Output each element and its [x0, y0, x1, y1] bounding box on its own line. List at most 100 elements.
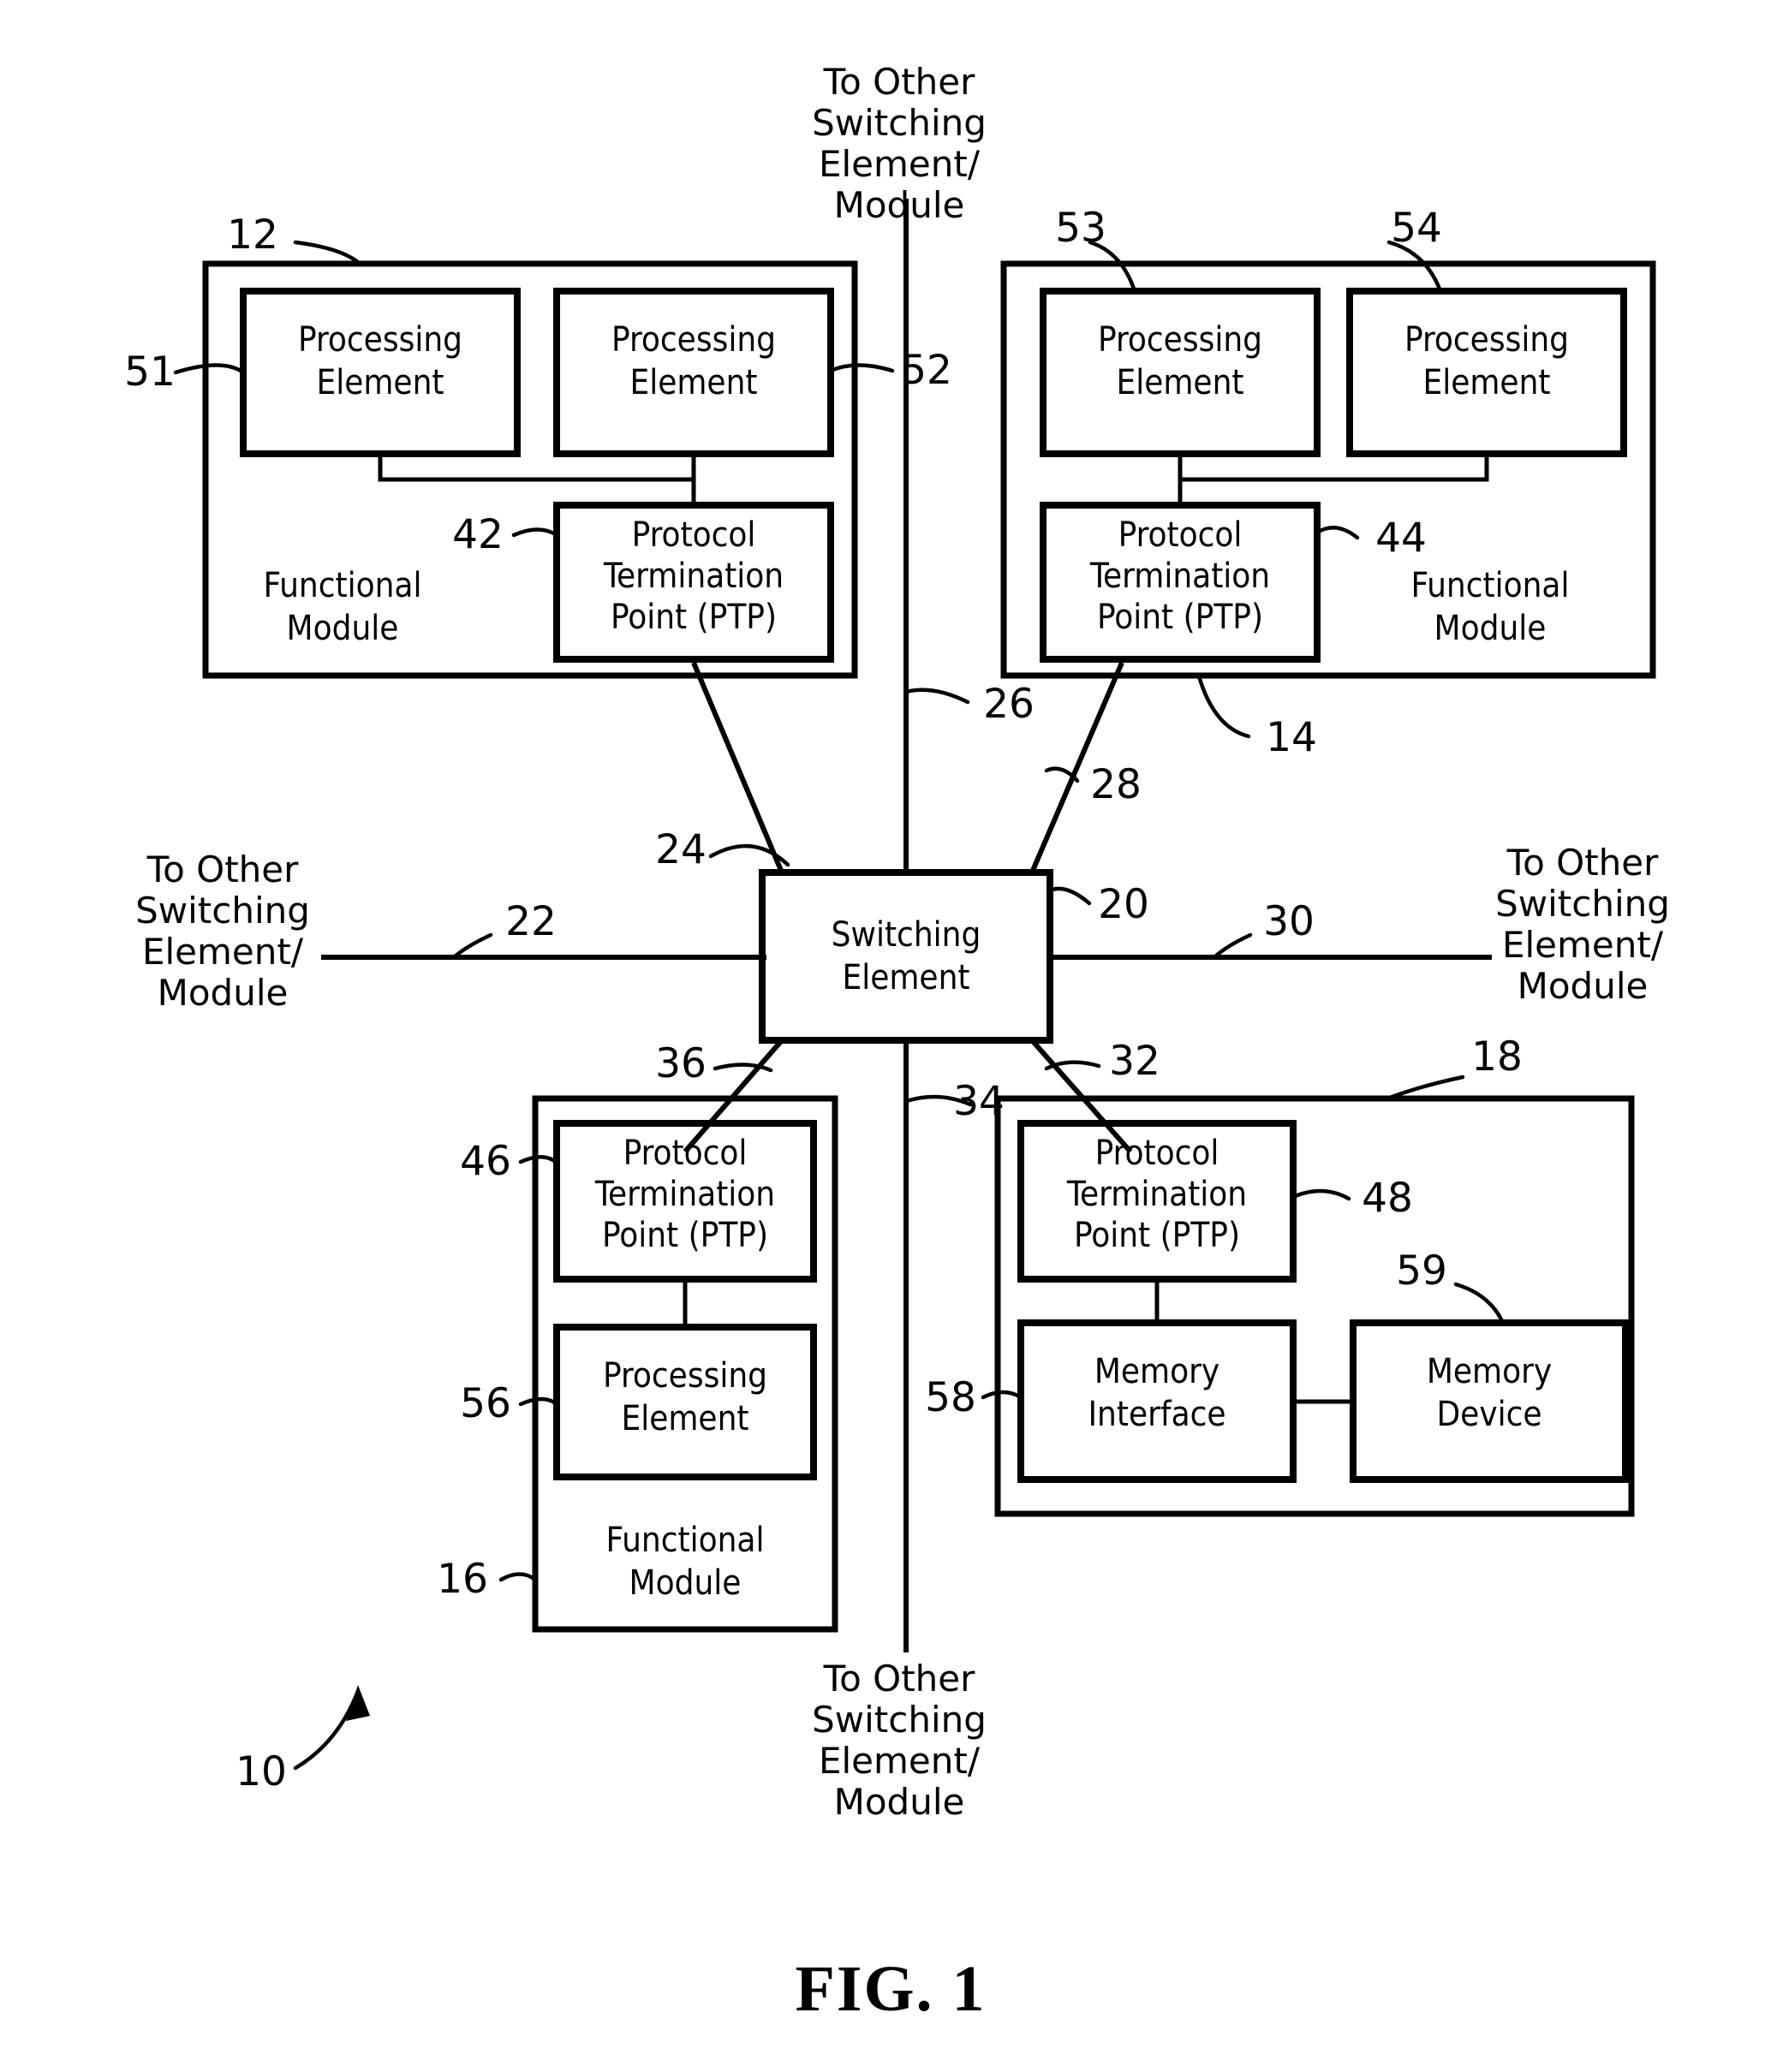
memory-device-label-line1: Memory: [1427, 1352, 1552, 1391]
switching-element-label-line1: Switching: [832, 915, 981, 955]
switching-element[interactable]: Switching Element: [759, 869, 1053, 1044]
ref-56: 56: [460, 1380, 511, 1427]
module-14-label-line1: Functional: [1411, 566, 1570, 605]
ptp-48-label-line1: Protocol: [1095, 1134, 1219, 1173]
memory-device-label-line2: Device: [1436, 1395, 1541, 1434]
ref-16: 16: [437, 1556, 488, 1603]
note-west-line3: Element/: [142, 931, 304, 973]
module-12-internal-bus: [378, 454, 696, 505]
memory-module-bottom-right[interactable]: Protocol Termination Point (PTP) Memory …: [994, 1095, 1635, 1517]
note-south-line4: Module: [834, 1781, 965, 1823]
ptp-48-label-line3: Point (PTP): [1074, 1216, 1240, 1255]
ptp-42-label-line3: Point (PTP): [611, 598, 777, 637]
note-to-other-south: To Other Switching Element/ Module: [812, 1658, 987, 1823]
note-west-line1: To Other: [146, 848, 300, 890]
ref-18: 18: [1471, 1033, 1523, 1081]
ptp-48-label-line2: Termination: [1066, 1175, 1247, 1214]
leader-36: [713, 1063, 773, 1073]
leader-14: [1196, 674, 1251, 739]
module-14-label-line2: Module: [1434, 609, 1547, 648]
note-north-line1: To Other: [823, 61, 976, 103]
ref-32: 32: [1109, 1038, 1160, 1085]
ref-51: 51: [124, 348, 176, 396]
processing-element-53-label-line2: Element: [1116, 363, 1243, 402]
ref-12: 12: [227, 211, 278, 259]
note-north-line4: Module: [834, 184, 965, 226]
leader-51: [173, 363, 246, 375]
note-north-line2: Switching: [812, 102, 987, 144]
processing-element-51-label-line2: Element: [316, 363, 444, 402]
ptp-46-label-line3: Point (PTP): [602, 1216, 768, 1255]
note-east-line1: To Other: [1506, 842, 1660, 884]
module-14-internal-bus: [1178, 454, 1489, 505]
ref-28: 28: [1090, 761, 1142, 808]
leader-10-arrow-shaft: [293, 1688, 361, 1771]
module-12-label-line1: Functional: [264, 566, 422, 605]
ref-53: 53: [1055, 205, 1106, 252]
note-south-line1: To Other: [823, 1658, 976, 1700]
ref-48: 48: [1362, 1175, 1413, 1222]
leader-52: [828, 363, 895, 373]
ref-24: 24: [655, 826, 707, 873]
switching-element-label-line2: Element: [842, 958, 969, 997]
ref-59: 59: [1396, 1247, 1447, 1295]
note-to-other-west: To Other Switching Element/ Module: [135, 848, 310, 1014]
module-16-label-line2: Module: [629, 1563, 742, 1603]
leader-56: [518, 1396, 559, 1407]
note-east-line4: Module: [1518, 965, 1649, 1007]
leader-26: [903, 688, 970, 705]
note-to-other-north: To Other Switching Element/ Module: [812, 61, 987, 226]
processing-element-52-label-line1: Processing: [611, 320, 776, 360]
note-north-line3: Element/: [819, 143, 981, 185]
ptp-42-label-line2: Termination: [603, 557, 784, 596]
leader-59: [1453, 1282, 1506, 1325]
processing-element-53-label-line1: Processing: [1098, 320, 1262, 360]
leader-18: [1385, 1075, 1465, 1101]
figure-caption: FIG. 1: [795, 1953, 986, 2025]
leader-12: [293, 240, 362, 266]
ptp-44-label-line1: Protocol: [1118, 515, 1243, 555]
ptp-46-label-line1: Protocol: [623, 1134, 748, 1173]
processing-element-51-label-line1: Processing: [298, 320, 462, 360]
module-18-outline: [994, 1095, 1635, 1517]
ref-46: 46: [460, 1138, 511, 1185]
ref-22: 22: [505, 898, 557, 945]
ref-58: 58: [925, 1374, 976, 1421]
ref-52: 52: [901, 347, 952, 394]
leader-10-arrowhead: [346, 1685, 370, 1721]
module-16-label-line1: Functional: [606, 1521, 765, 1560]
leader-46: [518, 1155, 559, 1165]
ref-10: 10: [236, 1748, 287, 1795]
module-12-label-line2: Module: [287, 609, 399, 648]
processing-element-56-label-line2: Element: [621, 1399, 748, 1438]
reference-numerals: 12 51 52 42 53 54 44 14 26 28 24 20 22 3…: [124, 205, 1523, 1795]
figure-canvas: Processing Element Processing Element Pr…: [124, 61, 1670, 2025]
link-northwest-line: [691, 661, 784, 874]
note-south-line3: Element/: [819, 1740, 981, 1782]
memory-interface-label-line2: Interface: [1088, 1395, 1225, 1434]
ref-36: 36: [655, 1040, 707, 1087]
leader-42: [511, 527, 559, 538]
note-south-line2: Switching: [812, 1699, 987, 1741]
reference-leaders: [173, 240, 1506, 1771]
functional-module-top-right[interactable]: Processing Element Processing Element Pr…: [1000, 260, 1656, 679]
ref-54: 54: [1391, 205, 1442, 252]
functional-module-top-left[interactable]: Processing Element Processing Element Pr…: [202, 260, 858, 679]
ref-26: 26: [983, 681, 1035, 728]
processing-element-54-label-line1: Processing: [1404, 320, 1569, 360]
leader-16: [498, 1572, 538, 1582]
note-east-line3: Element/: [1502, 924, 1664, 966]
processing-element-54-label-line2: Element: [1422, 363, 1550, 402]
patent-figure-1: Processing Element Processing Element Pr…: [0, 0, 1771, 2072]
leader-20: [1047, 886, 1092, 906]
ref-42: 42: [452, 511, 504, 558]
functional-module-bottom-left[interactable]: Protocol Termination Point (PTP) Process…: [532, 1095, 838, 1633]
ref-30: 30: [1263, 898, 1315, 945]
ptp-42-label-line1: Protocol: [632, 515, 756, 555]
note-west-line4: Module: [158, 972, 289, 1014]
note-to-other-east: To Other Switching Element/ Module: [1495, 842, 1670, 1007]
switching-element-box[interactable]: [759, 869, 1053, 1044]
ref-34: 34: [953, 1078, 1005, 1125]
memory-interface-label-line1: Memory: [1094, 1352, 1219, 1391]
leader-22: [451, 932, 493, 960]
